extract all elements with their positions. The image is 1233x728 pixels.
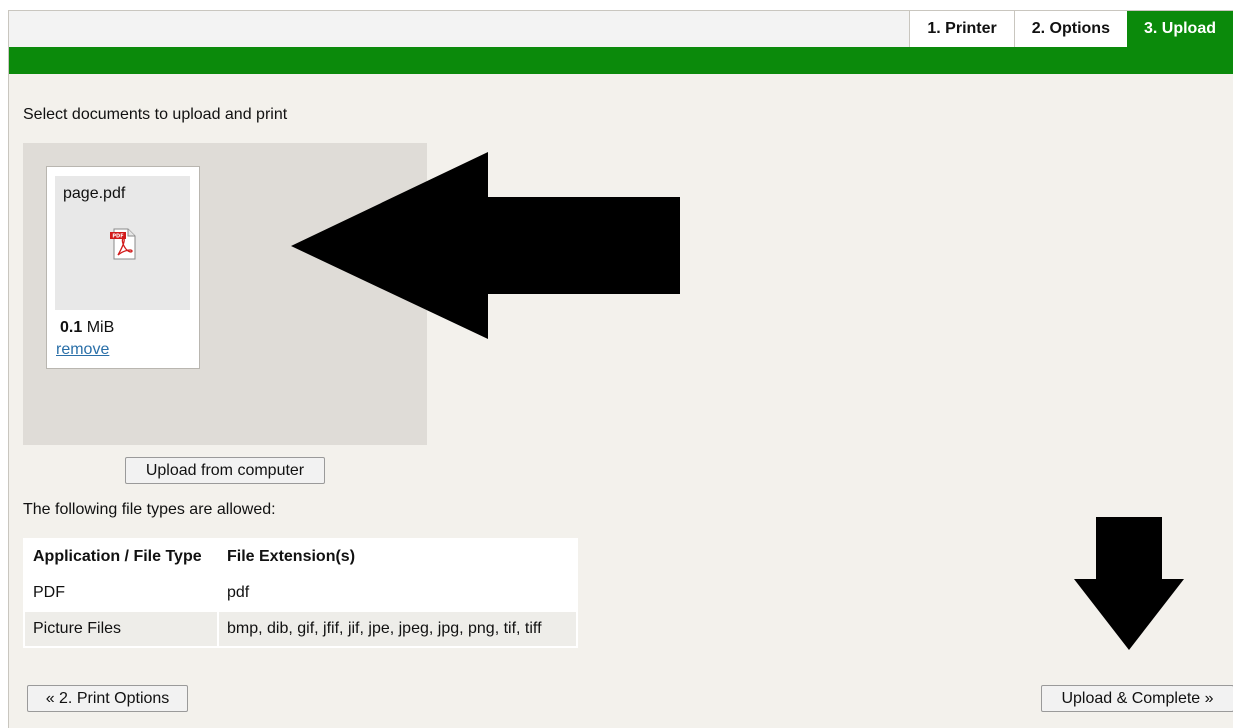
file-size-unit: MiB <box>86 319 115 336</box>
table-row: PDF pdf <box>25 576 576 610</box>
top-bar: 1. Printer 2. Options 3. Upload <box>9 11 1233 47</box>
upload-from-computer-button[interactable]: Upload from computer <box>125 457 325 484</box>
file-types-table: Application / File Type File Extension(s… <box>23 538 578 648</box>
tab-options[interactable]: 2. Options <box>1013 11 1127 47</box>
upload-complete-button[interactable]: Upload & Complete » <box>1041 685 1233 712</box>
print-wizard: 1. Printer 2. Options 3. Upload Select d… <box>8 10 1233 728</box>
pdf-file-icon: PDF <box>110 228 136 260</box>
down-arrow-annotation <box>1074 517 1184 650</box>
wizard-tabs: 1. Printer 2. Options 3. Upload <box>909 11 1233 47</box>
file-thumbnail: page.pdf PDF <box>55 176 190 310</box>
table-header-row: Application / File Type File Extension(s… <box>25 540 576 574</box>
svg-text:PDF: PDF <box>112 234 123 240</box>
file-size: 0.1 MiB <box>60 319 114 337</box>
column-header: File Extension(s) <box>219 540 576 574</box>
tab-printer[interactable]: 1. Printer <box>909 11 1014 47</box>
remove-file-link[interactable]: remove <box>56 341 109 359</box>
upload-instruction: Select documents to upload and print <box>23 106 288 123</box>
allowed-types-label: The following file types are allowed: <box>23 501 276 518</box>
table-cell: bmp, dib, gif, jfif, jif, jpe, jpeg, jpg… <box>219 612 576 646</box>
table-row: Picture Files bmp, dib, gif, jfif, jif, … <box>25 612 576 646</box>
table-cell: pdf <box>219 576 576 610</box>
file-card: page.pdf PDF 0.1 MiB remove <box>46 166 200 369</box>
table-cell: PDF <box>25 576 217 610</box>
back-print-options-button[interactable]: « 2. Print Options <box>27 685 188 712</box>
progress-bar <box>9 47 1233 74</box>
left-arrow-annotation <box>291 152 680 339</box>
table-cell: Picture Files <box>25 612 217 646</box>
file-size-value: 0.1 <box>60 319 83 336</box>
column-header: Application / File Type <box>25 540 217 574</box>
tab-upload[interactable]: 3. Upload <box>1126 11 1233 47</box>
file-name: page.pdf <box>63 185 126 202</box>
